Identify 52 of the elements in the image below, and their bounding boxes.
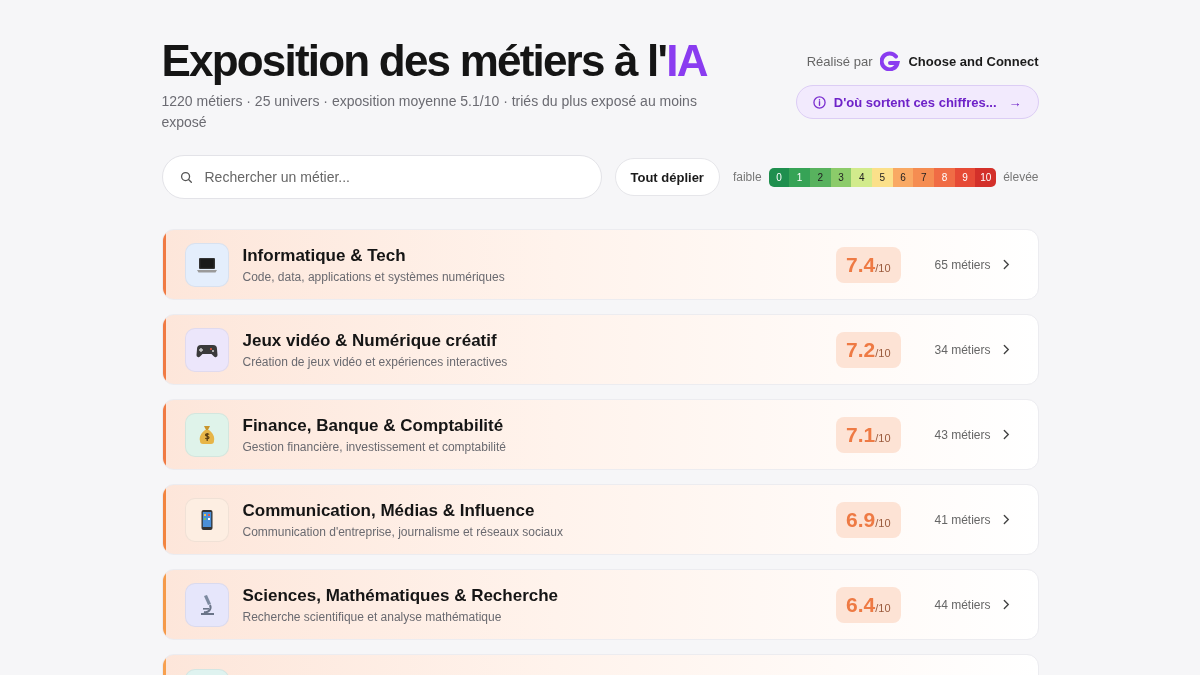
scale-step: 8 bbox=[934, 167, 955, 187]
category-title: Jeux vidéo & Numérique créatif bbox=[242, 330, 498, 352]
category-card[interactable]: Informatique & Tech Code, data, applications et systèmes numériques 7.4/10 65 métiers bbox=[161, 229, 1039, 300]
chevron-right-icon bbox=[1002, 259, 1010, 270]
sources-button[interactable]: D'où sortent ces chiffres... → bbox=[795, 85, 1039, 119]
category-description: Communication d'entreprise, journalisme et réseaux sociaux bbox=[242, 525, 564, 539]
category-title: Informatique & Tech bbox=[242, 245, 407, 267]
page-title: Exposition des métiers à l'IA bbox=[161, 36, 709, 86]
scale-step: 1 bbox=[789, 167, 810, 187]
scale-step: 9 bbox=[954, 167, 976, 187]
scale-step: 4 bbox=[851, 167, 872, 187]
scale-step: 6 bbox=[892, 167, 914, 187]
job-count: 43 métiers bbox=[933, 427, 991, 442]
job-count: 65 métiers bbox=[933, 257, 991, 272]
category-title: Sciences, Mathématiques & Recherche bbox=[242, 585, 560, 607]
chevron-right-icon bbox=[1002, 429, 1010, 440]
job-count: 41 métiers bbox=[933, 512, 991, 527]
scale-high-label: élevée bbox=[1003, 170, 1039, 184]
credit-label: Réalisé par bbox=[806, 53, 873, 69]
info-icon bbox=[812, 95, 826, 109]
chevron-right-icon bbox=[1002, 514, 1010, 525]
exposure-score: 6.9/10 bbox=[836, 501, 901, 538]
scale-step: 5 bbox=[872, 167, 893, 187]
job-count: 34 métiers bbox=[933, 342, 991, 357]
category-title: Communication, Médias & Influence bbox=[242, 500, 536, 522]
brand-link[interactable]: Choose and Connect bbox=[908, 53, 1039, 69]
scale-step: 2 bbox=[809, 167, 831, 187]
category-card[interactable]: Finance, Banque & Comptabilité Gestion financière, investissement et comptabilité 7.1/10 43 métiers bbox=[161, 399, 1039, 470]
expand-all-button[interactable]: Tout déplier bbox=[614, 158, 720, 196]
chevron-right-icon bbox=[1002, 344, 1010, 355]
category-description: Création de jeux vidéo et expériences interactives bbox=[242, 355, 509, 369]
category-card[interactable]: Jeux vidéo & Numérique créatif Création de jeux vidéo et expériences interactives 7.2/10 34 métiers bbox=[161, 314, 1039, 385]
page-subtitle: 1220 métiers · 25 univers · exposition moyenne 5.1/10 · triés du plus exposé au moins exposé bbox=[161, 92, 698, 132]
category-card[interactable]: Communication, Médias & Influence Communication d'entreprise, journalisme et réseaux sociaux 6.9/10 41 métiers bbox=[161, 484, 1039, 555]
scale-step: 10 bbox=[975, 167, 997, 187]
category-description: Code, data, applications et systèmes numériques bbox=[242, 270, 506, 284]
category-description: Gestion financière, investissement et comptabilité bbox=[242, 440, 507, 454]
exposure-score: 7.1/10 bbox=[836, 416, 901, 453]
scale-low-label: faible bbox=[732, 170, 762, 184]
scale-step: 0 bbox=[768, 167, 790, 187]
search-field[interactable]: Rechercher un métier... bbox=[161, 155, 602, 199]
brand-logo-icon bbox=[880, 51, 901, 71]
scale-step: 7 bbox=[913, 167, 935, 187]
chevron-right-icon bbox=[1002, 599, 1010, 610]
category-description: Recherche scientifique et analyse mathématique bbox=[242, 610, 503, 624]
exposure-score: 7.4/10 bbox=[836, 246, 901, 283]
category-title: Finance, Banque & Comptabilité bbox=[242, 415, 505, 437]
exposure-score: 6.4/10 bbox=[836, 586, 901, 623]
exposure-score: 7.2/10 bbox=[836, 331, 901, 368]
job-count: 44 métiers bbox=[933, 597, 991, 612]
scale-step: 3 bbox=[830, 167, 852, 187]
category-card[interactable]: Sciences, Mathématiques & Recherche Recherche scientifique et analyse mathématique 6.4/10 44 métiers bbox=[161, 569, 1039, 640]
